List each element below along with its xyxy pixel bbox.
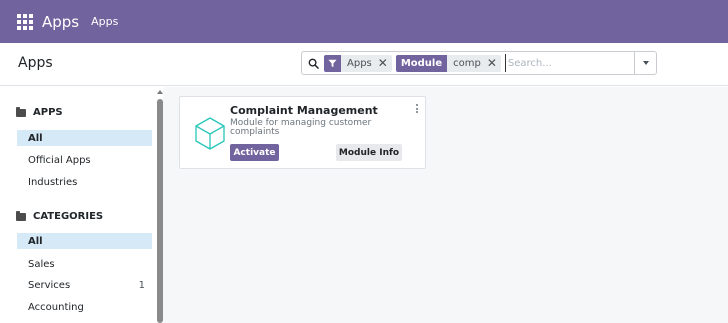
section-title: CATEGORIES (33, 211, 104, 222)
module-info-button[interactable]: Module Info (336, 144, 402, 161)
search-facet-apps[interactable]: Apps ✕ (324, 54, 392, 72)
sidebar-item-label: All (28, 132, 43, 144)
kebab-icon[interactable] (416, 104, 419, 113)
sidebar-item-sales[interactable]: Sales (17, 256, 152, 272)
category-count: 1 (138, 279, 145, 291)
search-input[interactable] (504, 54, 625, 72)
section-title: APPS (33, 107, 63, 118)
search-bar[interactable]: Apps ✕ Module comp ✕ (301, 51, 657, 75)
page-title: Apps (18, 55, 53, 71)
search-panel-sidebar: APPS All Official Apps Industries CATEGO… (0, 87, 163, 323)
close-icon[interactable]: ✕ (487, 57, 497, 69)
sidebar-item-categories-all[interactable]: All (17, 233, 152, 249)
search-options-toggle[interactable] (634, 52, 656, 74)
sidebar-scrollbar[interactable] (157, 99, 163, 323)
apps-section-header: APPS (16, 106, 63, 118)
filter-icon (324, 54, 341, 72)
folder-icon (16, 210, 26, 221)
navbar-menu-apps[interactable]: Apps (91, 15, 118, 28)
sidebar-item-apps-all[interactable]: All (17, 130, 152, 146)
sidebar-item-label: Services (28, 279, 71, 291)
sidebar-item-services[interactable]: Services 1 (17, 277, 152, 293)
sidebar-item-label: Accounting (28, 301, 84, 313)
search-icon[interactable] (302, 52, 324, 74)
sidebar-item-label: Sales (28, 258, 55, 270)
activate-button[interactable]: Activate (230, 144, 279, 161)
module-description: Module for managing customer complaints (230, 118, 372, 137)
caret-down-icon (642, 61, 649, 65)
categories-section-header: CATEGORIES (16, 210, 104, 222)
sidebar-item-official-apps[interactable]: Official Apps (17, 152, 152, 168)
sidebar-item-accounting[interactable]: Accounting (17, 299, 152, 315)
folder-icon (16, 106, 26, 117)
sidebar-item-label: Official Apps (28, 154, 91, 166)
sidebar-item-label: All (28, 235, 43, 247)
sidebar-item-industries[interactable]: Industries (17, 174, 152, 190)
search-facet-module[interactable]: Module comp ✕ (395, 54, 501, 72)
facet-label: Module (395, 54, 448, 72)
top-navbar: Apps Apps (0, 0, 728, 43)
scroll-up-arrow[interactable] (157, 90, 163, 94)
module-card[interactable]: Complaint Management Module for managing… (179, 96, 426, 169)
cube-icon (195, 117, 225, 150)
apps-grid-icon[interactable] (17, 13, 33, 30)
module-title: Complaint Management (230, 104, 378, 117)
close-icon[interactable]: ✕ (378, 57, 388, 69)
sidebar-item-label: Industries (28, 176, 78, 188)
navbar-app-title[interactable]: Apps (42, 13, 79, 31)
facet-value: comp (453, 57, 481, 69)
facet-value: Apps (347, 57, 372, 69)
